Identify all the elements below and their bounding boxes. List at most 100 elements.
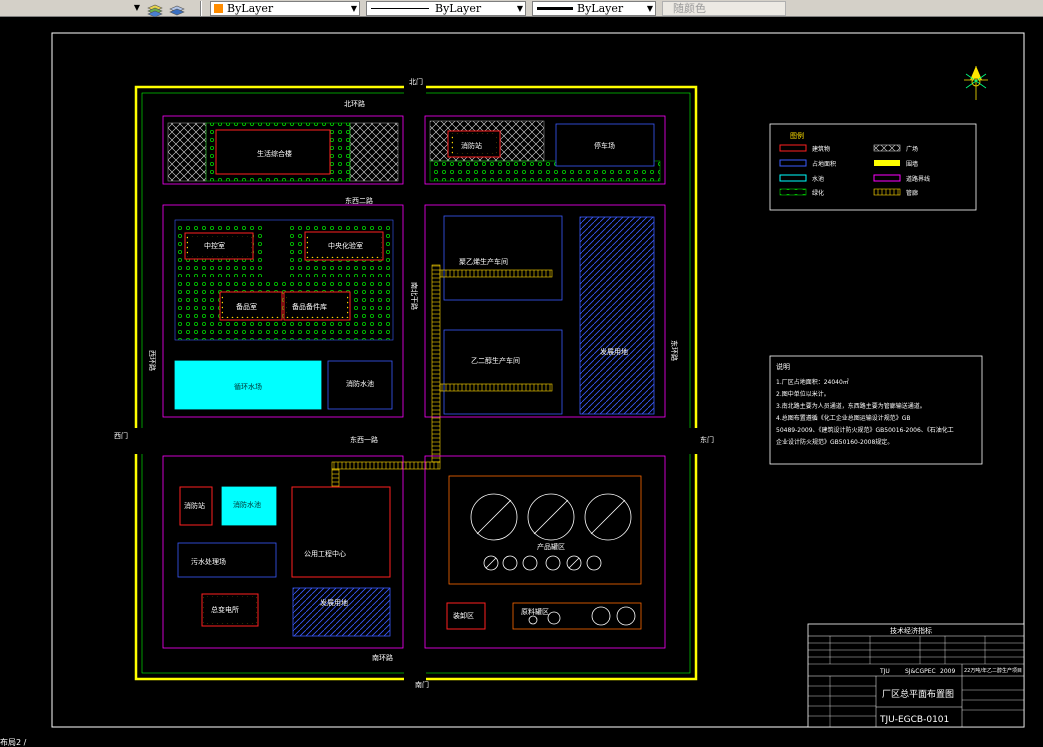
- dropdown-arrow-icon[interactable]: ▼: [132, 2, 142, 14]
- building-label: 原料罐区: [521, 607, 549, 616]
- plotstyle-combo-label: 随颜色: [673, 2, 706, 15]
- notes-box: [769, 355, 983, 465]
- reserve-land: [579, 216, 655, 415]
- lineweight-combo[interactable]: ByLayer ▼: [532, 1, 656, 16]
- notes-line: 企业设计防火规范》GB50160-2008规定。: [776, 438, 893, 446]
- properties-toolbar: ▼ ByLayer ▼ ByLayer ▼ ByLayer ▼ 随颜色: [0, 0, 1043, 18]
- building-label: 污水处理场: [191, 557, 226, 566]
- west-gate-label: 西门: [114, 431, 128, 440]
- lineweight-combo-label: ByLayer: [577, 2, 624, 15]
- model-space[interactable]: 北门 南门 西门 东门 北环路 东西二路 东西一路 南环路 西环路 东环路 南北…: [0, 17, 1043, 747]
- building-label: 生活综合楼: [257, 149, 292, 158]
- building-prod2: [443, 329, 563, 415]
- title-block-year: 2009: [940, 668, 955, 675]
- toolbar-separator: [200, 1, 202, 16]
- legend-label: 管廊: [906, 189, 918, 197]
- building-label: 循环水场: [234, 382, 262, 391]
- notes-line: 3.南北路主要为人员通道，东西路主要为管廊输送通道。: [776, 402, 926, 410]
- legend-label: 建筑物: [812, 145, 830, 153]
- linetype-combo-label: ByLayer: [435, 2, 482, 15]
- reserve-land: [292, 587, 391, 637]
- legend-swatch-piperack: [873, 188, 901, 196]
- south-gate-label: 南门: [415, 680, 429, 689]
- layout-tab[interactable]: 布局2 /: [0, 739, 26, 747]
- road-label: 东环路: [670, 340, 679, 361]
- linetype-preview: [371, 8, 429, 9]
- title-block-drawing-no: TJU-EGCB-0101: [879, 715, 949, 725]
- building-label: 公用工程中心: [304, 549, 346, 558]
- legend-swatch-wall: [874, 160, 900, 166]
- storage-tanks: [470, 493, 632, 571]
- road-label: 西环路: [148, 350, 157, 371]
- plotstyle-combo: 随颜色: [662, 1, 786, 16]
- title-block-school: TJU: [879, 668, 890, 675]
- legend-label: 占地面积: [812, 160, 836, 168]
- road-label: 东西一路: [350, 435, 378, 444]
- title-block-code: SJ&CGPEC: [905, 668, 936, 675]
- legend-swatch-plaza: [873, 144, 901, 152]
- road-label: 南环路: [372, 653, 393, 662]
- road-label: 南北干路: [410, 282, 419, 310]
- building-utility: [291, 486, 391, 578]
- pipe-rack: [439, 383, 553, 392]
- notes-line: 50489-2009、《建筑设计防火规范》GB50016-2006、《石油化工: [776, 426, 954, 434]
- notes-line: 1.厂区占地面积：24040㎡: [776, 378, 849, 386]
- building-label: 发展用地: [600, 347, 628, 356]
- plaza-hatch: [349, 122, 399, 182]
- title-block: [807, 623, 1025, 728]
- building-label: 消防水池: [346, 379, 374, 388]
- title-block-drawing-name: 厂区总平面布置图: [882, 688, 954, 700]
- north-gate-label: 北门: [409, 77, 423, 86]
- legend-swatch-green: [779, 188, 807, 196]
- legend-label: 围墙: [906, 160, 918, 168]
- pipe-rack: [431, 264, 441, 463]
- tank-farm-dike: [448, 475, 642, 585]
- title-block-header: 技术经济指标: [890, 626, 932, 635]
- west-gate-opening: [132, 428, 144, 454]
- building-label: 消防水池: [233, 500, 261, 509]
- title-block-project: 22万吨/年乙二醇生产项目: [964, 667, 1022, 674]
- east-gate-opening: [688, 428, 700, 454]
- site-plan-drawing: 北门 南门 西门 东门 北环路 东西二路 东西一路 南环路 西环路 东环路 南北…: [51, 32, 1025, 728]
- chevron-down-icon[interactable]: ▼: [647, 2, 653, 15]
- building-label: 总变电所: [211, 605, 239, 614]
- notes-line: 4.总图布置遵循《化工企业总图运输设计规范》GB: [776, 414, 911, 422]
- road-label: 东西二路: [345, 196, 373, 205]
- pipe-rack: [331, 461, 441, 470]
- building-label: 消防站: [461, 141, 482, 150]
- layer-states-icon[interactable]: [168, 2, 186, 16]
- north-arrow-icon: [964, 66, 988, 100]
- plaza-hatch: [167, 122, 207, 182]
- building-label: 停车场: [594, 141, 615, 150]
- building-label: 备品备件库: [292, 302, 327, 311]
- color-combo[interactable]: ByLayer ▼: [210, 1, 360, 16]
- layer-previous-icon[interactable]: [146, 2, 164, 18]
- layers-toolbar: [146, 1, 190, 18]
- building-label: 消防站: [184, 501, 205, 510]
- legend-label: 广场: [906, 145, 918, 153]
- pipe-rack: [439, 269, 553, 278]
- building-label: 聚乙烯生产车间: [459, 257, 508, 266]
- legend-label: 道路界线: [906, 175, 930, 183]
- green-area: [176, 280, 390, 340]
- color-combo-label: ByLayer: [227, 2, 274, 15]
- notes-title: 说明: [776, 362, 790, 371]
- color-swatch: [214, 4, 223, 13]
- building-label: 发展用地: [320, 598, 348, 607]
- linetype-combo[interactable]: ByLayer ▼: [366, 1, 526, 16]
- building-label: 中控室: [204, 241, 225, 250]
- building-label: 装卸区: [453, 611, 474, 620]
- lineweight-preview: [537, 7, 573, 10]
- building-label: 备品室: [236, 302, 257, 311]
- building-label: 乙二醇生产车间: [471, 356, 520, 365]
- pipe-rack: [331, 468, 340, 488]
- east-gate-label: 东门: [700, 435, 714, 444]
- building-label: 产品罐区: [537, 542, 565, 551]
- notes-line: 2.图中单位以米计。: [776, 390, 830, 398]
- chevron-down-icon[interactable]: ▼: [517, 2, 523, 15]
- chevron-down-icon[interactable]: ▼: [351, 2, 357, 15]
- legend-label: 水池: [812, 175, 824, 183]
- legend-title: 图例: [790, 131, 804, 140]
- building-label: 中央化验室: [328, 241, 363, 250]
- road-label: 北环路: [344, 99, 365, 108]
